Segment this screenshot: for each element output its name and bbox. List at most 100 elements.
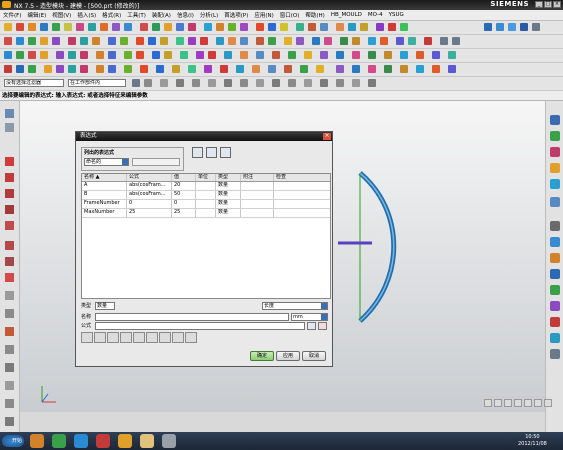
curve-length-icon[interactable]	[256, 37, 264, 45]
list-filter-dropdown[interactable]: 命名的	[84, 158, 129, 166]
section-curve-icon[interactable]	[200, 37, 208, 45]
reject-edit-icon[interactable]	[318, 322, 327, 330]
minimize-button[interactable]: _	[535, 1, 543, 8]
alternate-icon[interactable]	[5, 417, 14, 426]
table-row[interactable]: MaxNumber 25 25 数量	[82, 209, 330, 218]
visualization-icon[interactable]	[550, 333, 560, 343]
snap-control-icon[interactable]	[124, 65, 132, 73]
unit-dropdown[interactable]: mm	[291, 313, 328, 321]
assembly-navigator-icon[interactable]	[5, 123, 14, 132]
col-formula[interactable]: 公式	[127, 174, 172, 181]
status-icon-1[interactable]	[484, 399, 492, 407]
face-blend-icon[interactable]	[336, 23, 344, 31]
extrude-icon[interactable]	[40, 23, 48, 31]
taskbar-app-7-icon[interactable]	[162, 434, 176, 448]
sketch-icon[interactable]	[16, 23, 24, 31]
pocket-icon[interactable]	[88, 23, 96, 31]
col-unit[interactable]: 单位	[196, 174, 216, 181]
web-browser-icon[interactable]	[550, 163, 560, 173]
point-tool-icon[interactable]	[5, 273, 14, 282]
snap-perp-icon[interactable]	[284, 65, 292, 73]
col-value[interactable]: 值	[172, 174, 196, 181]
view-front-icon[interactable]	[484, 23, 492, 31]
component-icon[interactable]	[336, 51, 344, 59]
edit-display-icon[interactable]	[380, 37, 388, 45]
status-icon-2[interactable]	[494, 399, 502, 407]
auto-constraint-icon[interactable]	[5, 363, 14, 372]
n-sided-icon[interactable]	[360, 23, 368, 31]
offset-curve-icon[interactable]	[136, 37, 144, 45]
dimension-dropdown[interactable]: 长度	[262, 302, 328, 310]
import-expressions-icon[interactable]	[206, 147, 217, 158]
line-icon[interactable]	[4, 37, 12, 45]
roles-icon[interactable]	[550, 237, 560, 247]
deselect-icon[interactable]	[28, 65, 36, 73]
select-edge-icon[interactable]	[384, 65, 392, 73]
extract-curve-icon[interactable]	[216, 37, 224, 45]
render-icon[interactable]	[208, 51, 216, 59]
menu-insert[interactable]: 插入(S)	[74, 11, 99, 19]
taskbar-app-2-icon[interactable]	[52, 434, 66, 448]
dimension-tool-icon[interactable]	[5, 327, 14, 336]
menu-preferences[interactable]: 首选项(P)	[221, 11, 251, 19]
sweep-icon[interactable]	[320, 23, 328, 31]
knowledge-icon[interactable]	[550, 317, 560, 327]
menu-format[interactable]: 格式(R)	[99, 11, 124, 19]
restore-icon[interactable]	[180, 51, 188, 59]
fx-icon[interactable]	[94, 332, 106, 343]
perspective-icon[interactable]	[56, 51, 64, 59]
circle-tool-icon[interactable]	[5, 205, 14, 214]
material-icon[interactable]	[224, 51, 232, 59]
offset-icon[interactable]	[204, 23, 212, 31]
show-constraint-icon[interactable]	[5, 381, 14, 390]
section-view-icon[interactable]	[136, 51, 144, 59]
hole-icon[interactable]	[64, 23, 72, 31]
scenes-icon[interactable]	[550, 349, 560, 359]
helix-icon[interactable]	[108, 37, 116, 45]
arc-tool-icon[interactable]	[5, 189, 14, 198]
process-studio-icon[interactable]	[550, 197, 560, 207]
trim-icon[interactable]	[176, 23, 184, 31]
line-tool-icon[interactable]	[5, 173, 14, 182]
snap-center-icon[interactable]	[68, 65, 76, 73]
snap-on-curve-icon[interactable]	[220, 65, 228, 73]
join-curve-icon[interactable]	[160, 37, 168, 45]
col-name[interactable]: 名称 ▲	[82, 174, 127, 181]
trim-curve-icon[interactable]	[228, 37, 236, 45]
name-input[interactable]	[95, 313, 289, 321]
simulation-icon[interactable]	[550, 285, 560, 295]
background-icon[interactable]	[256, 51, 264, 59]
delete-icon[interactable]	[424, 37, 432, 45]
status-icon-5[interactable]	[524, 399, 532, 407]
dialog-title-bar[interactable]: 表达式 ×	[76, 132, 332, 141]
select-component-icon[interactable]	[416, 65, 424, 73]
snap-arc-icon[interactable]	[252, 65, 260, 73]
studio-icon[interactable]	[96, 51, 104, 59]
replace-icon[interactable]	[432, 51, 440, 59]
col-check[interactable]: 检查	[274, 174, 330, 181]
datum-icon[interactable]	[28, 23, 36, 31]
menu-file[interactable]: 文件(F)	[0, 11, 24, 19]
menu-mo4[interactable]: MO-4	[365, 12, 386, 18]
menu-hb-mould[interactable]: HB_MOULD	[328, 12, 365, 18]
select-face-icon[interactable]	[352, 65, 360, 73]
split-icon[interactable]	[188, 23, 196, 31]
clock-icon[interactable]	[550, 221, 560, 231]
snap-toggle-icon[interactable]	[144, 79, 152, 87]
arc-icon[interactable]	[16, 37, 24, 45]
snap-all-icon[interactable]	[316, 65, 324, 73]
pattern-icon[interactable]	[240, 23, 248, 31]
convert-icon[interactable]	[5, 399, 14, 408]
status-icon-4[interactable]	[514, 399, 522, 407]
mould-wizard-icon[interactable]	[550, 301, 560, 311]
rect-tool-icon[interactable]	[5, 241, 14, 250]
taskbar-nx-icon[interactable]	[96, 434, 110, 448]
accept-edit-icon[interactable]	[307, 322, 316, 330]
select-datum-icon[interactable]	[448, 65, 456, 73]
open-file-icon[interactable]	[146, 332, 158, 343]
search-icon[interactable]	[133, 332, 145, 343]
status-icon-3[interactable]	[504, 399, 512, 407]
menu-help[interactable]: 帮助(H)	[302, 11, 327, 19]
wave-icon[interactable]	[384, 51, 392, 59]
fillet-tool-icon[interactable]	[5, 221, 14, 230]
